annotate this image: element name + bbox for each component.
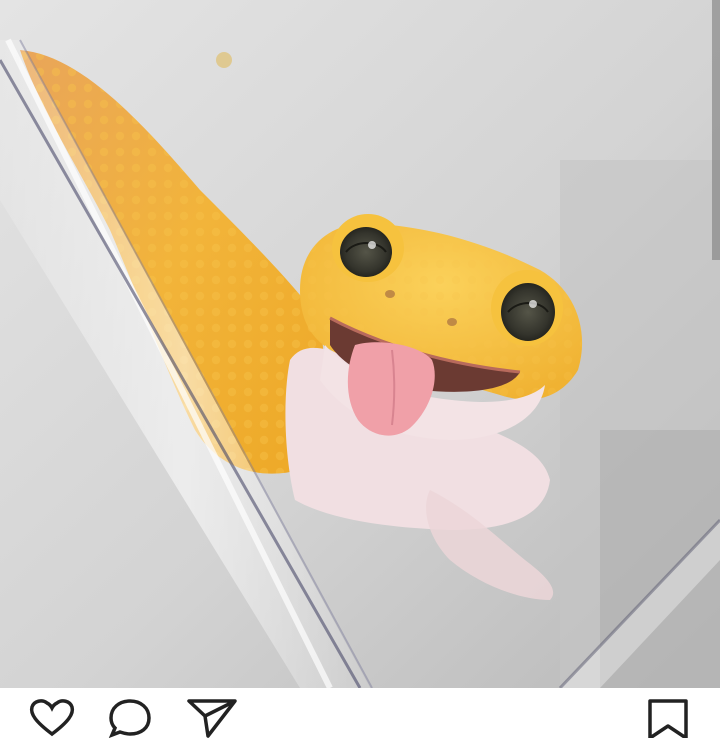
post-photo[interactable]: [0, 0, 720, 688]
comment-icon[interactable]: [108, 698, 152, 738]
share-icon[interactable]: [186, 698, 238, 738]
leopard-gecko-photo: [0, 0, 720, 688]
bookmark-icon[interactable]: [646, 698, 690, 738]
heart-icon[interactable]: [28, 698, 76, 737]
post-action-bar: [0, 688, 720, 738]
